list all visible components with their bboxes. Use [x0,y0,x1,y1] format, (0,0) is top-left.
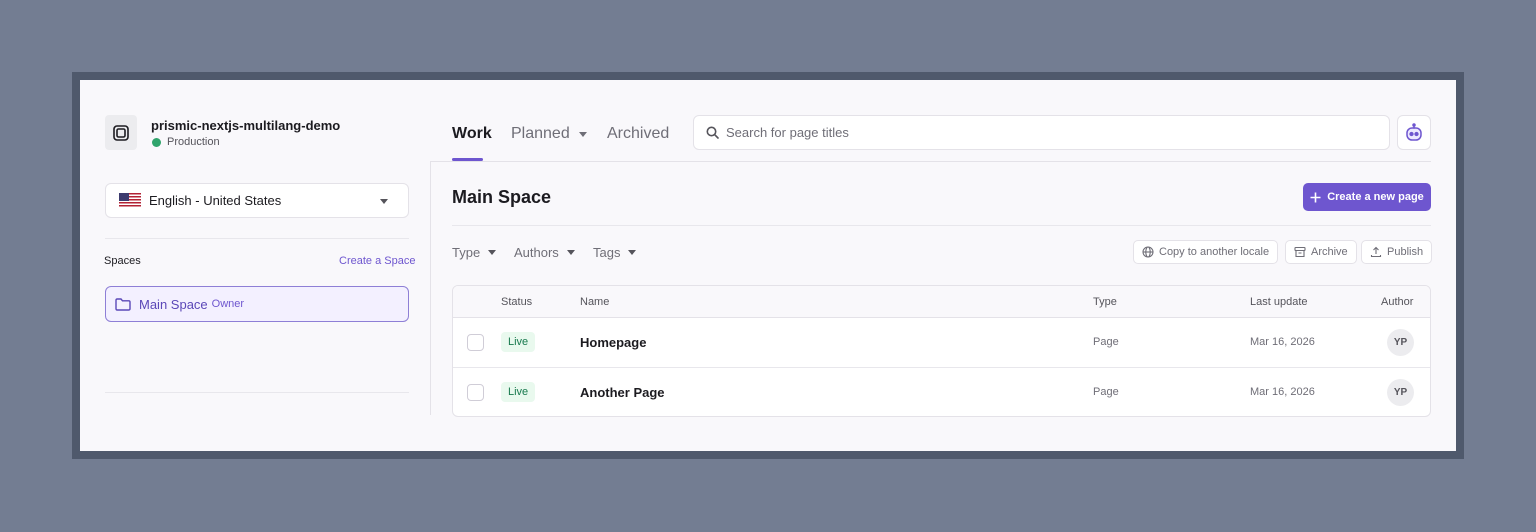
filter-authors[interactable]: Authors [514,245,575,260]
header-divider [430,161,1431,162]
page-last-update: Mar 16, 2026 [1250,386,1315,398]
archive-label: Archive [1311,246,1348,258]
caret-down-icon [628,250,637,255]
page-title: Main Space [452,187,552,207]
environment-label: Production [167,136,220,148]
column-header-last-update[interactable]: Last update [1250,296,1308,308]
row-checkbox[interactable] [467,334,484,351]
search-bar[interactable] [693,115,1390,150]
filter-tags-label: Tags [593,245,621,260]
filter-type-label: Type [452,245,481,260]
robot-icon [1406,122,1422,141]
column-header-type[interactable]: Type [1093,296,1117,308]
create-page-label: Create a new page [1327,191,1424,203]
ai-assistant-button[interactable] [1397,115,1431,150]
app-window: prismic-nextjs-multilang-demo Production… [80,80,1456,451]
create-space-link[interactable]: Create a Space [339,255,415,267]
caret-down-icon [488,250,497,255]
status-badge: Live [501,332,536,352]
tab-archived[interactable]: Archived [607,125,669,143]
repository-logo-icon[interactable] [105,115,137,150]
table-row[interactable]: Live Another Page Page Mar 16, 2026 YP [453,367,1430,416]
filter-authors-label: Authors [514,245,559,260]
search-input[interactable] [726,125,1326,140]
environment-status: Production [152,136,220,148]
tab-planned-label: Planned [511,125,570,142]
globe-icon [1142,246,1154,258]
us-flag-icon [119,193,141,208]
repository-name[interactable]: prismic-nextjs-multilang-demo [151,118,340,133]
upload-icon [1370,246,1382,258]
create-page-button[interactable]: Create a new page [1303,183,1431,211]
spaces-heading: Spaces [104,255,141,267]
sidebar-item-main-space[interactable]: Main Space Owner [105,286,409,322]
column-header-name[interactable]: Name [580,296,609,308]
page-last-update: Mar 16, 2026 [1250,336,1315,348]
locale-selector[interactable]: English - United States [105,183,409,218]
page-type: Page [1093,336,1119,348]
table-header: Status Name Type Last update Author [453,286,1430,318]
search-icon [706,126,719,139]
status-badge: Live [501,382,536,402]
caret-down-icon [578,131,587,137]
pages-table: Status Name Type Last update Author Live… [452,285,1431,417]
sidebar-divider [105,392,409,393]
publish-label: Publish [1387,246,1424,258]
archive-button[interactable]: Archive [1285,240,1357,264]
folder-icon [115,297,131,311]
plus-icon [1310,192,1321,202]
table-row[interactable]: Live Homepage Page Mar 16, 2026 YP [453,318,1430,367]
chevron-down-icon [380,199,388,204]
copy-locale-label: Copy to another locale [1159,246,1270,258]
column-header-author[interactable]: Author [1381,296,1413,308]
archive-icon [1294,246,1306,258]
copy-locale-button[interactable]: Copy to another locale [1133,240,1279,264]
column-header-status[interactable]: Status [501,296,532,308]
tab-work[interactable]: Work [452,125,492,143]
space-role: Owner [211,298,245,310]
space-name: Main Space [139,296,208,312]
author-avatar: YP [1387,379,1414,406]
page-name[interactable]: Another Page [580,385,665,400]
locale-label: English - United States [149,193,282,208]
page-name[interactable]: Homepage [580,335,646,350]
sidebar-divider [105,238,409,239]
page-type: Page [1093,386,1119,398]
main-divider [452,225,1431,226]
filter-tags[interactable]: Tags [593,245,637,260]
tab-planned[interactable]: Planned [511,125,587,143]
publish-button[interactable]: Publish [1361,240,1433,264]
sidebar-vertical-divider [430,162,431,415]
author-avatar: YP [1387,329,1414,356]
environment-status-dot [152,137,161,147]
row-checkbox[interactable] [467,384,484,401]
filter-type[interactable]: Type [452,245,497,260]
caret-down-icon [566,250,575,255]
